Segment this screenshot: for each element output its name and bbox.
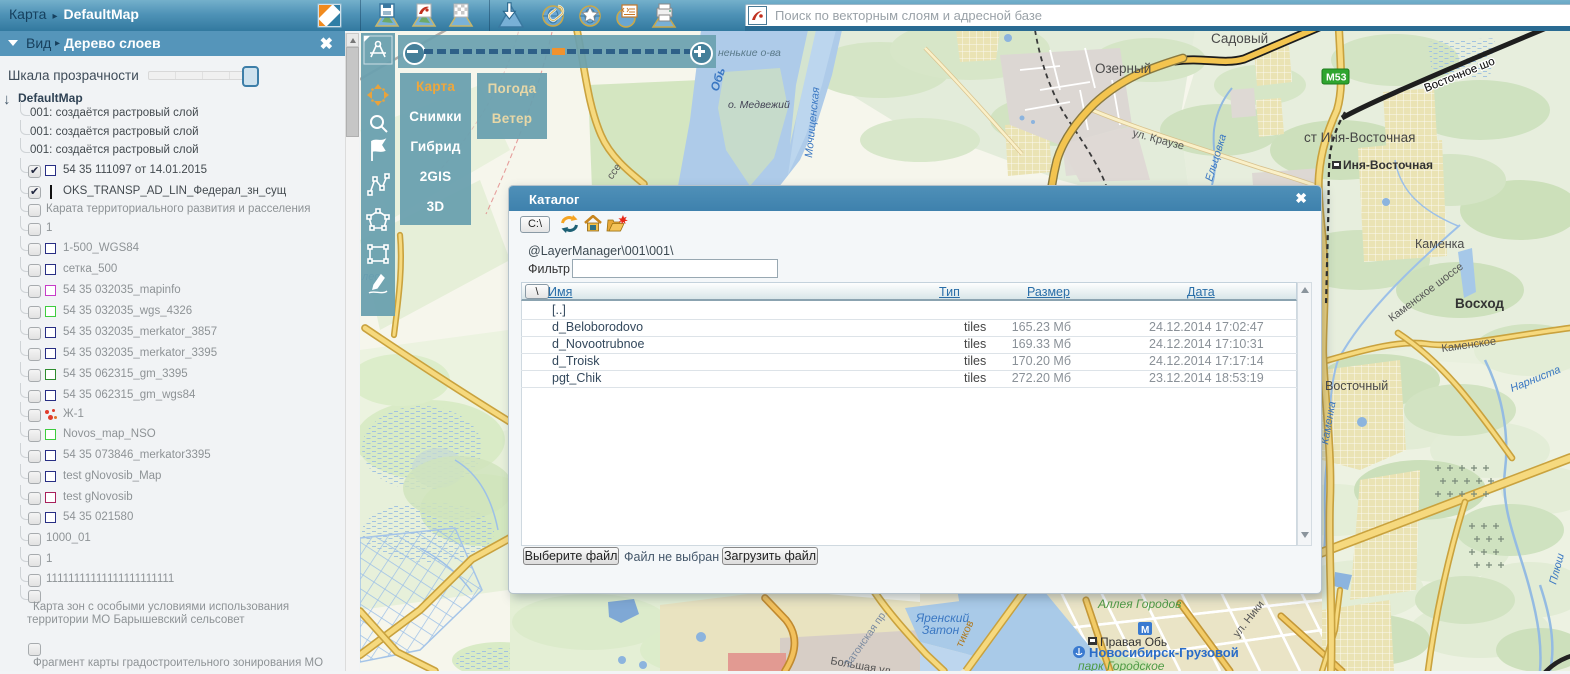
svg-text:Каменка: Каменка [1415,237,1464,251]
svg-text:Новосибирск-Грузовой: Новосибирск-Грузовой [1089,645,1239,660]
svg-text:Иня-Восточная: Иня-Восточная [1343,158,1433,172]
svg-text:М: М [1141,625,1149,636]
svg-text:Озерный: Озерный [1095,61,1151,76]
svg-text:Затон: Затон [922,623,960,637]
svg-text:Аллея Городов: Аллея Городов [1097,597,1181,611]
svg-text:ст Иня-Восточная: ст Иня-Восточная [1304,130,1415,145]
svg-text:Восточный: Восточный [1325,379,1388,393]
svg-text:ненькие о-ва: ненькие о-ва [718,47,781,59]
svg-text:Восход: Восход [1455,296,1504,311]
svg-text:М53: М53 [1326,72,1347,84]
svg-text:парк Городское: парк Городское [1078,659,1165,671]
svg-text:Садовый: Садовый [1211,31,1268,46]
svg-text:о. Медвежий: о. Медвежий [728,99,790,111]
